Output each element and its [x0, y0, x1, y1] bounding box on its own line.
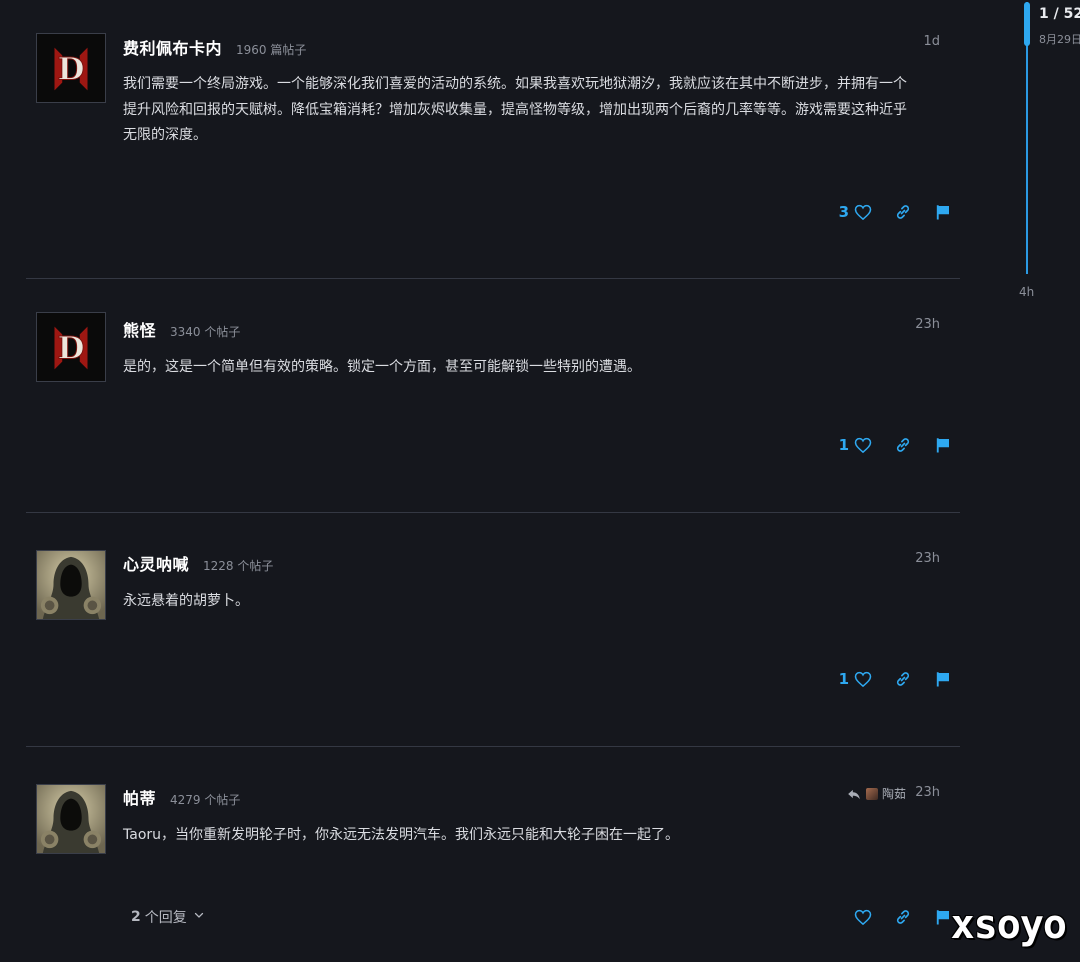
post-meta: 熊怪 3340 个帖子	[123, 317, 241, 340]
heart-icon	[854, 437, 872, 453]
username[interactable]: 费利佩布卡内	[123, 35, 222, 59]
diablo-logo-icon: D	[37, 313, 105, 381]
like-count: 1	[838, 670, 849, 688]
post-body-line: 我们需要一个终局游戏。一个能够深化我们喜爱的活动的系统。如果我喜欢玩地狱潮汐，我…	[123, 76, 907, 92]
post-time[interactable]: 23h	[915, 317, 940, 332]
chevron-down-icon	[193, 909, 205, 925]
post-time[interactable]: 23h	[915, 785, 940, 800]
avatar[interactable]: D	[36, 33, 106, 103]
flag-icon[interactable]	[934, 203, 952, 221]
show-replies-button[interactable]: 2 个回复	[131, 907, 205, 927]
post-count: 3340 个帖子	[170, 325, 241, 339]
post-count: 1228 个帖子	[203, 559, 274, 573]
reply-arrow-icon	[847, 787, 861, 801]
post: 帕蒂 4279 个帖子 陶茹 23h Taoru，当你重新发明轮子时，你永远无法…	[26, 747, 960, 962]
flag-icon[interactable]	[934, 908, 952, 926]
hooded-figure-icon	[37, 551, 105, 619]
post-meta: 心灵呐喊 1228 个帖子	[123, 551, 274, 574]
like-button[interactable]: 3	[839, 203, 872, 221]
link-icon[interactable]	[894, 670, 912, 688]
like-button[interactable]	[849, 909, 872, 925]
post-stream: D 费利佩布卡内 1960 篇帖子 1d 我们需要一个终局游戏。一个能够深化我们…	[26, 0, 960, 962]
post-meta: 帕蒂 4279 个帖子	[123, 785, 241, 808]
avatar[interactable]	[36, 550, 106, 620]
heart-icon	[854, 671, 872, 687]
post: D 熊怪 3340 个帖子 23h 是的，这是一个简单但有效的策略。锁定一个方面…	[26, 279, 960, 513]
post-time[interactable]: 23h	[915, 551, 940, 566]
post-body: 我们需要一个终局游戏。一个能够深化我们喜爱的活动的系统。如果我喜欢玩地狱潮汐，我…	[123, 72, 953, 149]
post-body-line: 无限的深度。	[123, 127, 207, 143]
post-body: 是的，这是一个简单但有效的策略。锁定一个方面，甚至可能解锁一些特别的遭遇。	[123, 355, 953, 381]
username[interactable]: 心灵呐喊	[123, 551, 189, 575]
avatar[interactable]: D	[36, 312, 106, 382]
post-body-line: 永远悬着的胡萝卜。	[123, 593, 249, 609]
timeline-end-label[interactable]: 4h	[1019, 285, 1034, 299]
post-body-line: Taoru，当你重新发明轮子时，你永远无法发明汽车。我们永远只能和大轮子困在一起…	[123, 827, 680, 843]
flag-icon[interactable]	[934, 436, 952, 454]
post: D 费利佩布卡内 1960 篇帖子 1d 我们需要一个终局游戏。一个能够深化我们…	[26, 0, 960, 279]
like-button[interactable]: 1	[839, 436, 872, 454]
avatar[interactable]	[36, 784, 106, 854]
post-count: 4279 个帖子	[170, 793, 241, 807]
post-actions: 1	[839, 436, 952, 454]
reply-to-tab[interactable]: 陶茹	[847, 785, 906, 802]
post-actions	[849, 908, 952, 926]
post-meta: 费利佩布卡内 1960 篇帖子	[123, 35, 307, 58]
reply-to-avatar	[865, 787, 878, 800]
watermark: xsoyo	[950, 902, 1067, 948]
timeline-scroll-handle[interactable]	[1024, 2, 1030, 46]
timeline-date: 8月29日	[1039, 33, 1080, 46]
post: 心灵呐喊 1228 个帖子 23h 永远悬着的胡萝卜。 1	[26, 513, 960, 747]
post-count: 1960 篇帖子	[236, 43, 307, 57]
hooded-figure-icon	[37, 785, 105, 853]
replies-count: 2	[131, 909, 141, 925]
svg-text:D: D	[58, 52, 85, 88]
post-body: Taoru，当你重新发明轮子时，你永远无法发明汽车。我们永远只能和大轮子困在一起…	[123, 823, 953, 849]
topic-timeline: 1 / 52 8月29日 4h	[1000, 0, 1080, 320]
username[interactable]: 熊怪	[123, 317, 156, 341]
like-count: 3	[838, 203, 849, 221]
replies-label: 个回复	[144, 910, 187, 926]
heart-icon	[854, 204, 872, 220]
timeline-position: 1 / 52	[1039, 6, 1080, 22]
link-icon[interactable]	[894, 436, 912, 454]
like-button[interactable]: 1	[839, 670, 872, 688]
flag-icon[interactable]	[934, 670, 952, 688]
diablo-logo-icon: D	[37, 34, 105, 102]
post-body-line: 提升风险和回报的天赋树。降低宝箱消耗？增加灰烬收集量，提高怪物等级，增加出现两个…	[123, 101, 907, 118]
username[interactable]: 帕蒂	[123, 785, 156, 809]
link-icon[interactable]	[894, 908, 912, 926]
post-body-line: 是的，这是一个简单但有效的策略。锁定一个方面，甚至可能解锁一些特别的遭遇。	[123, 359, 641, 375]
link-icon[interactable]	[894, 203, 912, 221]
heart-icon	[854, 909, 872, 925]
post-actions: 3	[839, 203, 952, 221]
reply-to-username: 陶茹	[881, 787, 906, 801]
post-time[interactable]: 1d	[923, 34, 940, 49]
post-body: 永远悬着的胡萝卜。	[123, 589, 953, 615]
svg-text:D: D	[58, 331, 85, 367]
post-actions: 1	[839, 670, 952, 688]
like-count: 1	[838, 436, 849, 454]
